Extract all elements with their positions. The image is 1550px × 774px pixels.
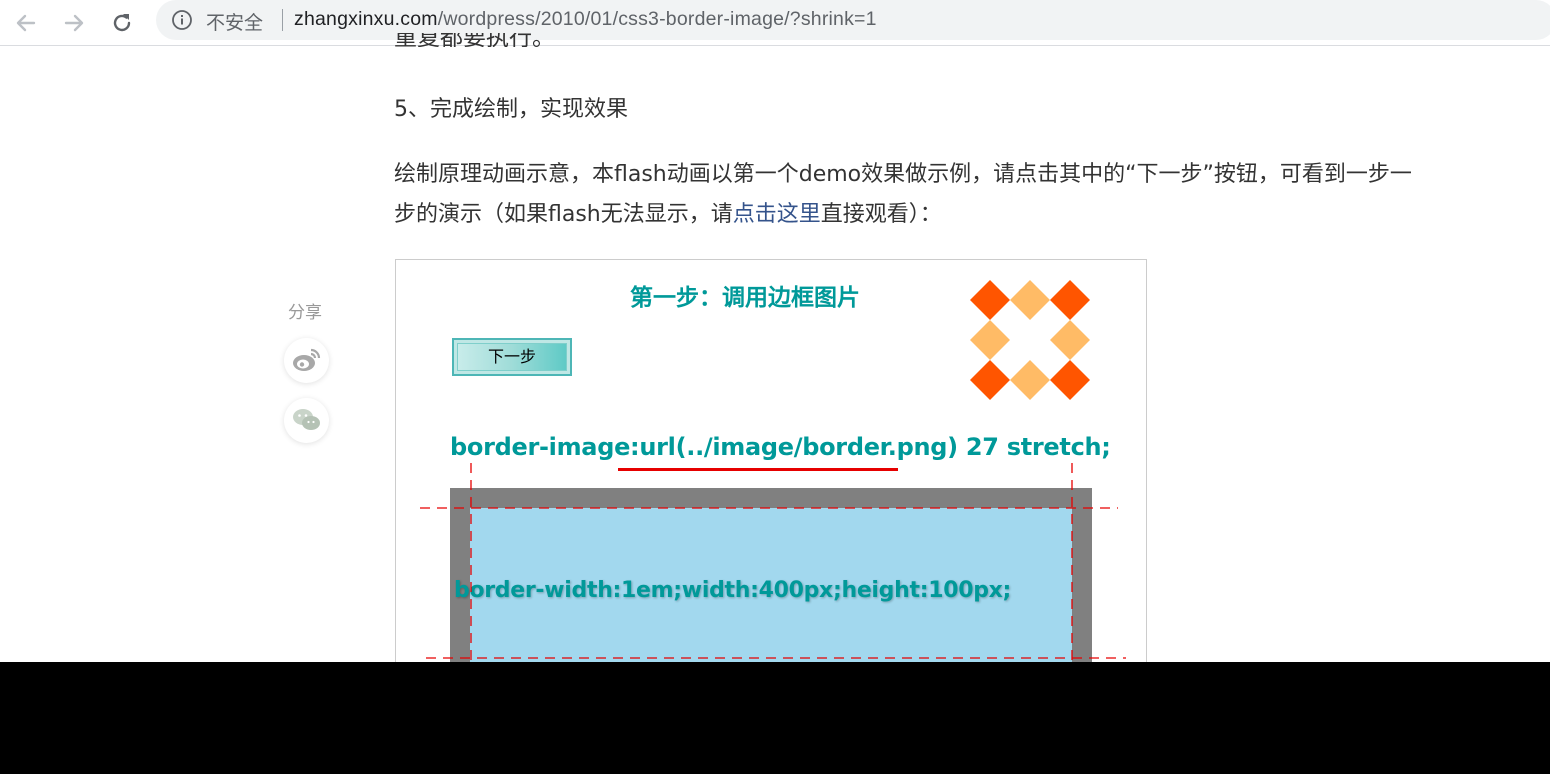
address-bar[interactable]: 不安全 zhangxinxu.com/wordpress/2010/01/css… <box>156 0 1550 40</box>
clipped-text-line: 重复都要执行。 <box>394 33 694 47</box>
security-label[interactable]: 不安全 <box>206 8 263 35</box>
reload-icon[interactable] <box>108 9 136 37</box>
click-here-link[interactable]: 点击这里 <box>733 202 821 227</box>
url-host: zhangxinxu.com <box>294 8 438 30</box>
step-heading: 5、完成绘制，实现效果 <box>394 97 628 122</box>
border-image-demo: 第一步：调用边框图片 下一步 border-image:url(../image… <box>395 259 1147 679</box>
paragraph-text-before-link: 步的演示（如果flash无法显示，请 <box>394 202 733 227</box>
clipped-text: 重复都要执行。 <box>394 33 555 47</box>
url-text[interactable]: zhangxinxu.com/wordpress/2010/01/css3-bo… <box>294 8 877 31</box>
omnibox-divider <box>282 9 283 31</box>
wechat-icon <box>293 409 320 430</box>
black-bottom-band <box>0 662 1550 774</box>
paragraph-line-1: 绘制原理动画示意，本flash动画以第一个demo效果做示例，请点击其中的“下一… <box>394 162 1412 187</box>
forward-arrow-icon[interactable] <box>60 9 88 37</box>
back-arrow-icon[interactable] <box>12 9 40 37</box>
browser-toolbar: 不安全 zhangxinxu.com/wordpress/2010/01/css… <box>0 0 1550 46</box>
paragraph-text-after-link: 直接观看）： <box>820 202 942 227</box>
paragraph-line-2: 步的演示（如果flash无法显示，请点击这里直接观看）： <box>394 195 942 235</box>
url-path: /wordpress/2010/01/css3-border-image/?sh… <box>437 8 877 30</box>
share-label: 分享 <box>288 303 322 323</box>
share-weibo-button[interactable] <box>284 338 329 383</box>
slice-guide-lines <box>420 463 1126 678</box>
info-icon[interactable] <box>171 9 193 31</box>
share-wechat-button[interactable] <box>284 398 329 443</box>
weibo-icon <box>293 348 321 371</box>
